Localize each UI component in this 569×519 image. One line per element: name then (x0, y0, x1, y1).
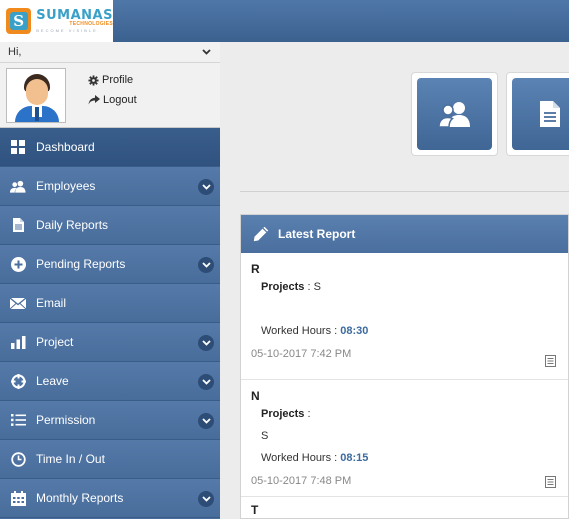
sidebar-item-leave[interactable]: Leave (0, 362, 220, 401)
sidebar-item-time-in-out[interactable]: Time In / Out (0, 440, 220, 479)
sidebar-item-label: Project (36, 335, 74, 349)
report-projects: Projects : S (261, 281, 321, 293)
users-icon (437, 102, 470, 127)
report-timestamp: 05-10-2017 7:48 PM (251, 475, 352, 487)
user-menu-toggle[interactable]: Hi, (0, 42, 220, 63)
dashboard-icon (10, 139, 26, 155)
user-card: Profile Logout (0, 63, 220, 128)
bar-chart-icon (10, 334, 26, 350)
company-logo[interactable]: S SUMANAS TECHNOLOGIES BECOME VISIBLE (0, 0, 113, 42)
sidebar-item-label: Email (36, 296, 67, 310)
logo-tagline: BECOME VISIBLE (36, 28, 98, 33)
sidebar-item-email[interactable]: Email (0, 284, 220, 323)
report-item[interactable]: N Projects : S Worked Hours : 08:15 05-1… (241, 380, 568, 497)
sidebar-item-permission[interactable]: Permission (0, 401, 220, 440)
employees-tile[interactable] (411, 72, 498, 156)
sidebar: Hi, Profile Logout Dashboard Employees D… (0, 42, 220, 519)
note-icon[interactable] (545, 355, 556, 370)
report-name: N (251, 389, 260, 403)
logo-mark-icon: S (6, 8, 32, 34)
report-hours: Worked Hours : 08:30 (261, 325, 369, 337)
note-icon[interactable] (545, 476, 556, 491)
chevron-down-icon[interactable] (202, 47, 211, 58)
sidebar-item-dashboard[interactable]: Dashboard (0, 128, 220, 167)
users-icon (10, 178, 26, 194)
sidebar-item-daily-reports[interactable]: Daily Reports (0, 206, 220, 245)
calendar-icon (10, 490, 26, 506)
report-project-value: S (261, 430, 269, 442)
chevron-down-icon[interactable] (198, 491, 214, 507)
sidebar-item-project[interactable]: Project (0, 323, 220, 362)
report-timestamp: 05-10-2017 7:42 PM (251, 348, 352, 360)
list-icon (10, 412, 26, 428)
profile-link[interactable]: Profile (88, 70, 137, 90)
document-icon (539, 101, 560, 127)
chevron-down-icon[interactable] (198, 413, 214, 429)
reports-tile[interactable] (506, 72, 569, 156)
panel-title: Latest Report (278, 227, 356, 241)
greeting-text: Hi, (8, 46, 22, 58)
report-name: T (251, 503, 259, 517)
logout-label: Logout (103, 94, 137, 106)
clock-icon (10, 451, 26, 467)
envelope-icon (10, 295, 26, 311)
sidebar-item-label: Dashboard (36, 140, 95, 154)
sidebar-item-pending-reports[interactable]: Pending Reports (0, 245, 220, 284)
sidebar-item-monthly-reports[interactable]: Monthly Reports (0, 479, 220, 518)
crosshair-icon (10, 373, 26, 389)
profile-label: Profile (102, 74, 134, 86)
logout-link[interactable]: Logout (88, 90, 137, 110)
report-projects: Projects : (261, 408, 311, 420)
top-bar: S SUMANAS TECHNOLOGIES BECOME VISIBLE (0, 0, 569, 42)
pencil-icon (253, 226, 269, 242)
main-content: Latest Report R Projects : S Worked Hour… (220, 42, 569, 519)
avatar (6, 68, 66, 123)
report-item[interactable]: R Projects : S Worked Hours : 08:30 05-1… (241, 253, 568, 380)
dashboard-tiles (240, 42, 569, 192)
report-item[interactable]: T (241, 497, 568, 518)
chevron-down-icon[interactable] (198, 335, 214, 351)
plus-circle-icon (10, 256, 26, 272)
sidebar-item-label: Permission (36, 413, 96, 427)
latest-report-panel: Latest Report R Projects : S Worked Hour… (240, 214, 569, 519)
sidebar-item-label: Pending Reports (36, 257, 126, 271)
share-arrow-icon (88, 95, 100, 105)
sidebar-item-employees[interactable]: Employees (0, 167, 220, 206)
sidebar-item-label: Time In / Out (36, 452, 105, 466)
sidebar-item-label: Daily Reports (36, 218, 109, 232)
chevron-down-icon[interactable] (198, 179, 214, 195)
chevron-down-icon[interactable] (198, 257, 214, 273)
report-hours: Worked Hours : 08:15 (261, 452, 369, 464)
file-icon (10, 217, 26, 233)
sidebar-item-label: Employees (36, 179, 96, 193)
chevron-down-icon[interactable] (198, 374, 214, 390)
sidebar-item-label: Monthly Reports (36, 491, 124, 505)
report-name: R (251, 262, 260, 276)
panel-header: Latest Report (241, 215, 568, 253)
gear-icon (88, 74, 99, 86)
sidebar-item-label: Leave (36, 374, 69, 388)
